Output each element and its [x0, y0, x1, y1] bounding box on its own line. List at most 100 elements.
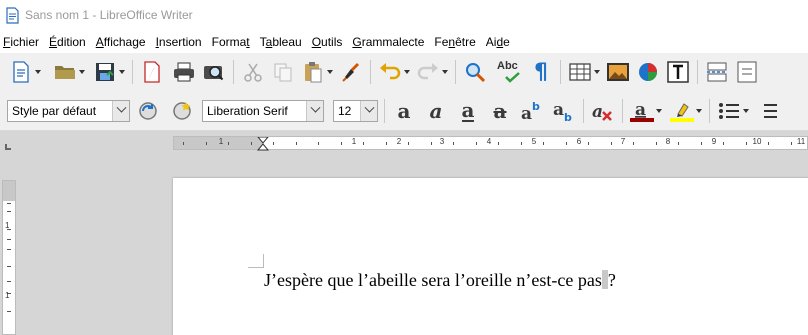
redo-dropdown-icon[interactable] — [441, 59, 449, 85]
ruler-tick — [498, 142, 499, 145]
list-dropdown-icon[interactable] — [742, 98, 750, 124]
unordered-list-icon[interactable] — [716, 98, 742, 124]
menu-item-0[interactable]: Fichier — [3, 35, 39, 49]
insert-text-box-icon[interactable] — [665, 59, 691, 85]
font-name-combo[interactable]: Liberation Serif — [202, 99, 324, 122]
copy-icon[interactable] — [270, 59, 296, 85]
ruler-tick — [633, 142, 634, 145]
new-style-icon[interactable] — [169, 98, 195, 124]
ruler-tick — [273, 142, 274, 145]
tab-stop-selector[interactable] — [5, 144, 11, 150]
text-boundary-corner — [248, 254, 264, 268]
new-document-icon[interactable] — [8, 59, 34, 85]
ruler-tick — [7, 266, 11, 267]
superscript-icon[interactable]: ab — [519, 98, 545, 124]
cut-icon[interactable] — [240, 59, 266, 85]
ruler-tick — [7, 203, 11, 204]
ruler-number: 6 — [576, 137, 582, 146]
undo-icon[interactable] — [377, 59, 403, 85]
ruler-number: 9 — [711, 137, 717, 146]
svg-text:a: a — [635, 100, 646, 120]
ruler-tick — [588, 142, 589, 145]
font-size-combo[interactable]: 12 — [333, 99, 378, 122]
insert-table-icon[interactable] — [567, 59, 593, 85]
ruler-tick — [566, 142, 567, 145]
clone-formatting-icon[interactable] — [338, 59, 364, 85]
spelling-icon[interactable]: Abc — [496, 59, 526, 85]
highlight-dropdown-icon[interactable] — [695, 98, 703, 124]
ruler-tick — [611, 142, 612, 145]
ruler-tick — [7, 249, 11, 250]
indent-marker-icon[interactable] — [257, 137, 269, 151]
ruler-number: 8 — [665, 137, 671, 146]
ruler-tick — [768, 142, 769, 145]
svg-text:a: a — [592, 102, 603, 122]
window-title: Sans nom 1 - LibreOffice Writer — [25, 8, 193, 22]
open-dropdown-icon[interactable] — [78, 59, 86, 85]
print-preview-icon[interactable] — [201, 59, 227, 85]
ruler-tick — [7, 311, 11, 312]
menu-item-6[interactable]: Outils — [312, 35, 343, 49]
menu-item-2[interactable]: Affichage — [96, 35, 146, 49]
ruler-number: 1 — [218, 137, 224, 146]
document-paragraph[interactable]: J’espère que l’abeille sera l’oreille n’… — [264, 270, 616, 291]
highlight-color-icon[interactable] — [669, 98, 695, 124]
export-pdf-icon[interactable] — [139, 59, 165, 85]
paste-icon[interactable] — [300, 59, 326, 85]
menu-item-5[interactable]: Tableau — [260, 35, 302, 49]
svg-text:b: b — [564, 111, 572, 122]
font-color-icon[interactable]: a — [629, 98, 655, 124]
horizontal-ruler[interactable]: 1 1 2 3 4 5 6 7 8 9 10 11 — [173, 136, 808, 151]
ruler-tick — [228, 142, 229, 145]
insert-chart-icon[interactable] — [635, 59, 661, 85]
update-style-icon[interactable] — [135, 98, 161, 124]
open-folder-icon[interactable] — [52, 59, 78, 85]
ruler-tick — [318, 142, 319, 145]
menu-item-8[interactable]: Fenêtre — [434, 35, 475, 49]
formatting-marks-icon[interactable]: ¶ — [528, 59, 554, 85]
paragraph-style-combo[interactable]: Style par défaut — [7, 99, 130, 122]
menu-item-4[interactable]: Format — [212, 35, 250, 49]
menu-bar: Fichier Édition Affichage Insertion Format Ta… — [0, 30, 808, 53]
menu-item-7[interactable]: Grammalecte — [352, 35, 424, 49]
ruler-tick — [476, 142, 477, 145]
bold-icon[interactable]: a — [391, 98, 417, 124]
clear-formatting-icon[interactable]: a — [590, 98, 616, 124]
ruler-tick — [296, 142, 297, 145]
ruler-number: 11 — [796, 137, 806, 146]
ruler-tick — [723, 142, 724, 145]
italic-icon[interactable]: a — [423, 98, 449, 124]
undo-dropdown-icon[interactable] — [403, 59, 411, 85]
subscript-icon[interactable]: ab — [551, 98, 577, 124]
save-dropdown-icon[interactable] — [118, 59, 126, 85]
find-replace-icon[interactable] — [462, 59, 488, 85]
paragraph-style-dropdown-icon[interactable] — [112, 100, 129, 121]
document-page[interactable]: J’espère que l’abeille sera l’oreille n’… — [173, 178, 808, 335]
table-dropdown-icon[interactable] — [593, 59, 601, 85]
svg-text:a: a — [553, 100, 564, 120]
document-text: J’espère que l’abeille sera l’oreille n’… — [264, 270, 602, 290]
save-icon[interactable] — [92, 59, 118, 85]
print-icon[interactable] — [171, 59, 197, 85]
ruler-number: 10 — [752, 137, 762, 146]
ruler-tick — [7, 211, 11, 212]
font-size-dropdown-icon[interactable] — [360, 100, 377, 121]
menu-item-1[interactable]: Édition — [49, 35, 86, 49]
menu-item-3[interactable]: Insertion — [156, 35, 202, 49]
ordered-list-icon[interactable] — [754, 98, 780, 124]
menu-item-9[interactable]: Aide — [486, 35, 510, 49]
paste-dropdown-icon[interactable] — [326, 59, 334, 85]
insert-page-break-icon[interactable] — [704, 59, 730, 85]
underline-icon[interactable]: a — [455, 98, 481, 124]
strikethrough-icon[interactable]: a — [487, 98, 513, 124]
new-dropdown-icon[interactable] — [34, 59, 42, 85]
ruler-tick — [746, 142, 747, 145]
svg-text:b: b — [532, 100, 540, 113]
redo-icon[interactable] — [415, 59, 441, 85]
vertical-ruler[interactable]: 11 — [2, 180, 16, 335]
insert-image-icon[interactable] — [605, 59, 631, 85]
insert-field-icon[interactable] — [734, 59, 760, 85]
font-name-dropdown-icon[interactable] — [306, 100, 323, 121]
ruler-tick — [543, 142, 544, 145]
font-color-dropdown-icon[interactable] — [655, 98, 663, 124]
